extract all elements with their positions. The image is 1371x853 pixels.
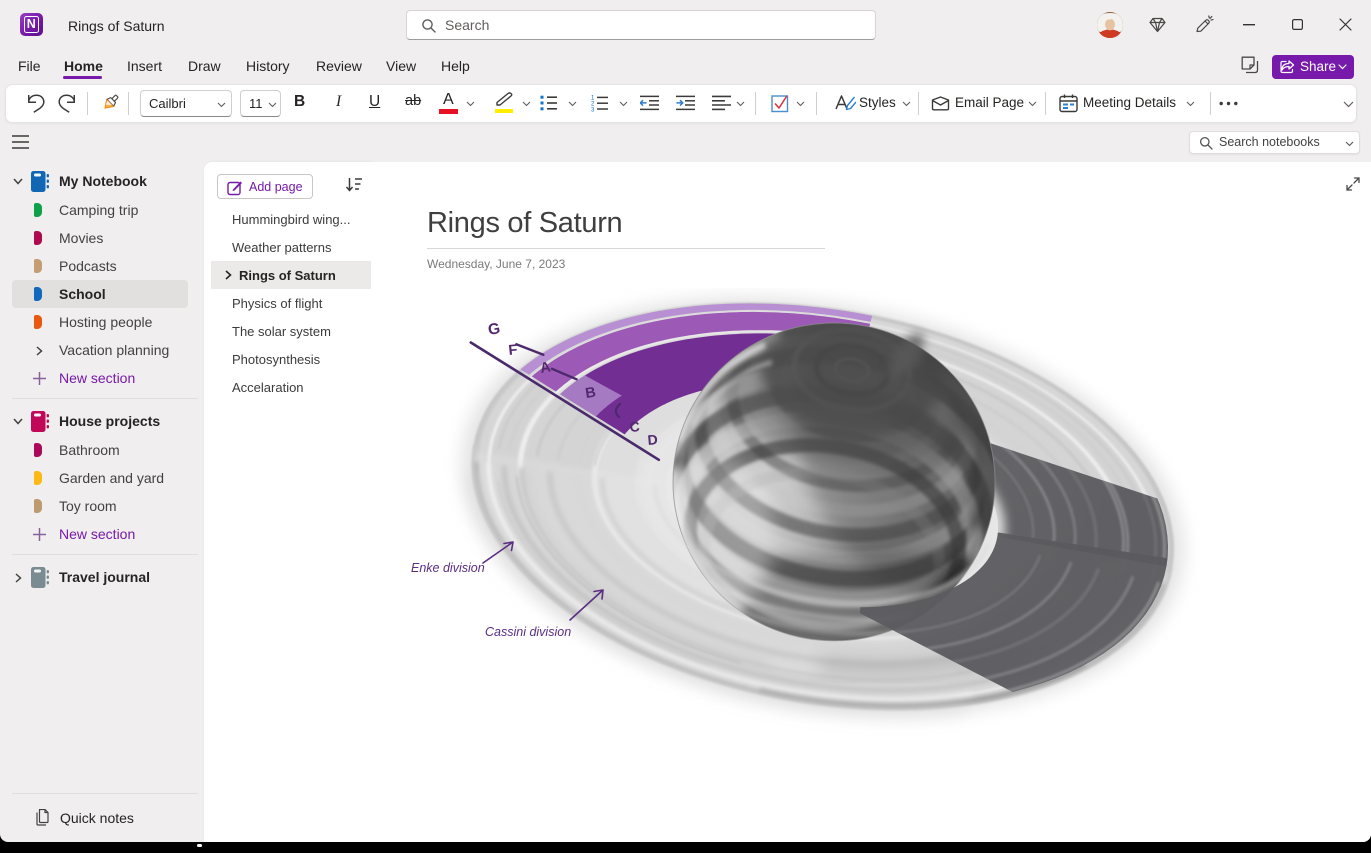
svg-text:Enke division: Enke division <box>411 561 485 575</box>
svg-text:D: D <box>647 431 658 448</box>
svg-text:B: B <box>584 385 597 402</box>
svg-text:3: 3 <box>591 108 595 113</box>
svg-text:Cassini division: Cassini division <box>485 625 571 639</box>
svg-text:C: C <box>629 418 640 435</box>
svg-text:G: G <box>487 320 502 339</box>
svg-text:F: F <box>508 342 519 359</box>
